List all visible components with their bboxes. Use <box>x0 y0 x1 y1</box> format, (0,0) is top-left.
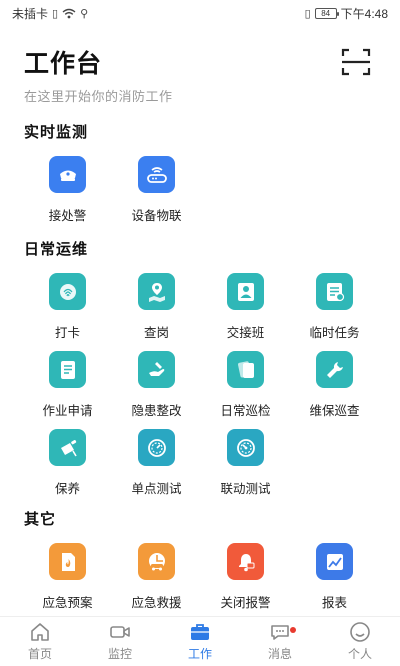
fire-document-icon <box>49 543 86 580</box>
tile-label: 隐患整改 <box>131 404 182 418</box>
tile-upkeep[interactable]: 保养 <box>23 429 112 507</box>
wifi-icon <box>62 8 76 18</box>
section-title-other: 其它 <box>24 511 57 528</box>
briefcase-icon <box>191 624 209 640</box>
status-bar: 未插卡 ▯ ⚲ ▯ 84 下午4:48 <box>0 0 400 26</box>
tile-label: 交接班 <box>226 326 265 340</box>
user-handover-icon <box>227 273 264 310</box>
tile-close-alarm[interactable]: 关闭报警 <box>201 543 290 621</box>
battery-icon: 84 <box>314 7 339 19</box>
realtime-grid: 接处警 设备物联 <box>23 156 379 234</box>
tile-label: 临时任务 <box>309 326 360 340</box>
wrench-icon <box>316 351 353 388</box>
gauge-icon <box>138 429 175 466</box>
vibrate-icon: ▯ <box>304 7 311 20</box>
person-icon <box>350 622 370 642</box>
fingerprint-icon <box>49 273 86 310</box>
daily-grid: 打卡 查岗 交接班 临时任务 作业申请 隐患整改 日常巡检 维保巡查 保养 单点… <box>23 273 379 507</box>
tile-linkage-test[interactable]: 联动测试 <box>201 429 290 507</box>
tile-daily-inspection[interactable]: 日常巡检 <box>201 351 290 429</box>
tile-check-in[interactable]: 打卡 <box>23 273 112 351</box>
application-form-icon <box>49 351 86 388</box>
tile-label: 应急救援 <box>131 596 182 610</box>
police-hat-icon <box>49 156 86 193</box>
tile-label: 作业申请 <box>42 404 93 418</box>
clock-text: 下午4:48 <box>340 6 388 21</box>
usb-icon: ⚲ <box>80 7 89 20</box>
tile-label: 日常巡检 <box>220 404 271 418</box>
other-grid: 应急预案 应急救援 关闭报警 报表 <box>23 543 379 621</box>
bottom-tab-bar: 首页 监控 工作 消息 个人 <box>0 616 400 666</box>
video-camera-icon <box>110 626 130 638</box>
tile-post-check[interactable]: 查岗 <box>112 273 201 351</box>
tile-maintenance-patrol[interactable]: 维保巡查 <box>290 351 379 429</box>
page-subtitle: 在这里开始你的消防工作 <box>24 89 173 104</box>
tab-monitor[interactable]: 监控 <box>80 617 160 666</box>
tile-alarm-handling[interactable]: 接处警 <box>23 156 112 234</box>
unread-badge <box>290 627 296 633</box>
tab-profile[interactable]: 个人 <box>320 617 400 666</box>
section-title-daily: 日常运维 <box>24 241 89 258</box>
map-pin-icon <box>138 273 175 310</box>
tile-report[interactable]: 报表 <box>290 543 379 621</box>
tile-shift-handover[interactable]: 交接班 <box>201 273 290 351</box>
tile-emergency-plan[interactable]: 应急预案 <box>23 543 112 621</box>
tile-temp-task[interactable]: 临时任务 <box>290 273 379 351</box>
gauge-linked-icon <box>227 429 264 466</box>
alarm-bell-off-icon <box>227 543 264 580</box>
tile-label: 联动测试 <box>220 482 271 496</box>
tab-label: 首页 <box>27 647 52 661</box>
tile-label: 关闭报警 <box>220 596 271 610</box>
tile-device-iot[interactable]: 设备物联 <box>112 156 201 234</box>
status-bar-left: 未插卡 ▯ ⚲ <box>12 5 88 22</box>
tile-label: 报表 <box>321 596 347 610</box>
tile-label: 保养 <box>54 482 80 496</box>
chat-bubble-icon <box>271 625 289 640</box>
page-header: 工作台 在这里开始你的消防工作 <box>24 44 376 105</box>
section-title-realtime: 实时监测 <box>24 124 89 141</box>
inspection-card-icon <box>227 351 264 388</box>
tile-label: 应急预案 <box>42 596 93 610</box>
tile-label: 维保巡查 <box>309 404 360 418</box>
tile-label: 打卡 <box>54 326 80 340</box>
rescue-vehicle-icon <box>138 543 175 580</box>
scan-icon[interactable] <box>340 46 372 78</box>
tab-label: 监控 <box>107 647 132 661</box>
extinguisher-icon <box>49 429 86 466</box>
tile-label: 设备物联 <box>131 209 182 223</box>
tab-label: 工作 <box>187 647 212 661</box>
tile-emergency-rescue[interactable]: 应急救援 <box>112 543 201 621</box>
tile-label: 单点测试 <box>131 482 182 496</box>
hand-repair-icon <box>138 351 175 388</box>
router-icon <box>138 156 175 193</box>
tile-work-application[interactable]: 作业申请 <box>23 351 112 429</box>
status-bar-right: ▯ 84 下午4:48 <box>305 5 388 22</box>
tile-label: 接处警 <box>48 209 87 223</box>
tile-single-test[interactable]: 单点测试 <box>112 429 201 507</box>
report-chart-icon <box>316 543 353 580</box>
task-list-icon <box>316 273 353 310</box>
tab-label: 个人 <box>347 647 372 661</box>
tile-hazard-rectify[interactable]: 隐患整改 <box>112 351 201 429</box>
tile-label: 查岗 <box>143 326 169 340</box>
tab-work[interactable]: 工作 <box>160 617 240 666</box>
tab-home[interactable]: 首页 <box>0 617 80 666</box>
page-title: 工作台 <box>24 50 103 78</box>
tab-messages[interactable]: 消息 <box>240 617 320 666</box>
carrier-text: 未插卡 <box>12 6 49 21</box>
tab-label: 消息 <box>267 647 292 661</box>
home-icon <box>31 623 49 641</box>
sim-icon: ▯ <box>52 7 59 20</box>
